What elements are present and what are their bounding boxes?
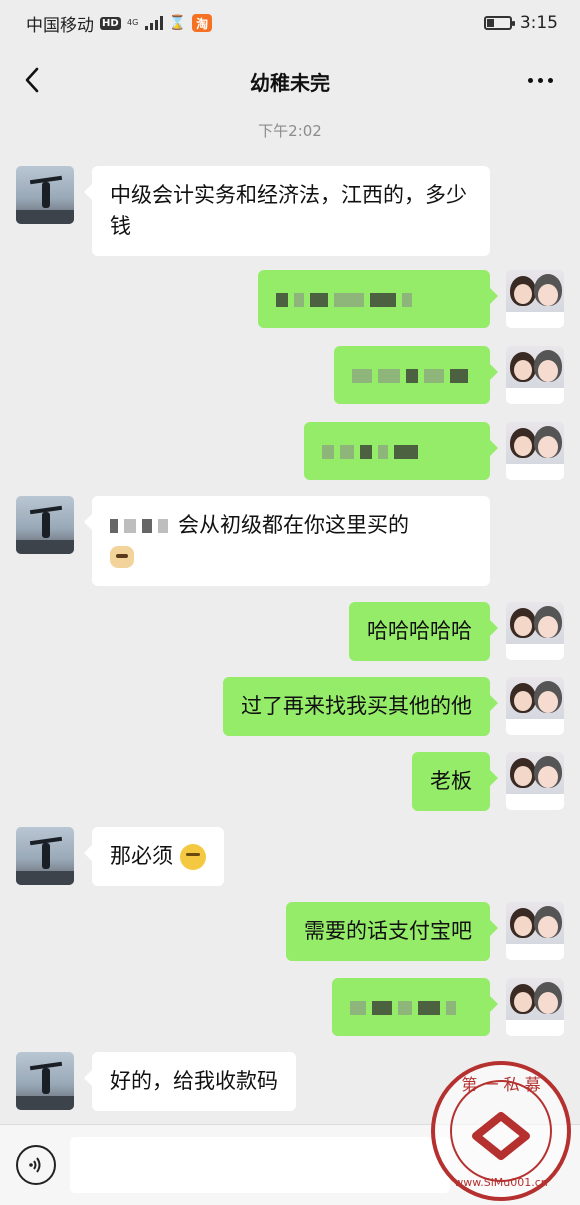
- chat-area[interactable]: 下午2:02 中级会计实务和经济法，江西的，多少钱 会从初级都在你这里买的 哈哈…: [0, 116, 580, 1124]
- my-avatar[interactable]: [506, 752, 564, 810]
- smirk-emoji-icon: [179, 844, 206, 870]
- battery-icon: [483, 16, 515, 30]
- watermark-seal: 第 一 私 募 www.SiMu001.cn: [431, 1061, 571, 1201]
- status-right: 3:15: [483, 13, 558, 33]
- status-left: 中国移动 HD 4G ⌛ 淘: [26, 11, 213, 36]
- hourglass-icon: ⌛: [168, 15, 187, 31]
- network-type-label: 4G: [127, 18, 139, 27]
- message-text: 中级会计实务和经济法，江西的，多少钱: [110, 183, 467, 238]
- signal-icon: [144, 16, 163, 30]
- redacted-mosaic: [350, 992, 472, 1023]
- svg-text:第 一 私 募: 第 一 私 募: [461, 1075, 540, 1094]
- dot-icon: [537, 77, 543, 83]
- message-text: 那必须: [110, 844, 173, 868]
- message-text: 过了再来找我买其他的他: [241, 694, 472, 718]
- chevron-left-icon: [25, 67, 39, 93]
- redacted-mosaic: [110, 510, 168, 541]
- message-bubble[interactable]: 过了再来找我买其他的他: [223, 677, 498, 736]
- message-text: 哈哈哈哈哈: [367, 619, 472, 643]
- dog-emoji-icon: [110, 546, 134, 568]
- message-text: 老板: [430, 769, 472, 793]
- message-bubble-redacted[interactable]: [304, 422, 498, 480]
- clock: 3:15: [519, 13, 558, 33]
- status-bar: 中国移动 HD 4G ⌛ 淘 3:15: [0, 0, 580, 46]
- hd-icon: HD: [100, 16, 121, 30]
- my-avatar[interactable]: [506, 677, 564, 735]
- message-bubble-redacted[interactable]: [334, 346, 498, 404]
- message-bubble[interactable]: 那必须: [84, 827, 224, 886]
- message-bubble[interactable]: 哈哈哈哈哈: [349, 602, 498, 661]
- message-bubble[interactable]: 好的，给我收款码: [84, 1052, 296, 1111]
- my-avatar[interactable]: [506, 902, 564, 960]
- message-bubble[interactable]: 中级会计实务和经济法，江西的，多少钱: [84, 166, 490, 256]
- redacted-mosaic: [322, 436, 472, 467]
- message-bubble-redacted[interactable]: [332, 978, 498, 1036]
- contact-avatar[interactable]: [16, 827, 74, 885]
- redacted-mosaic: [276, 284, 472, 315]
- taobao-icon: 淘: [192, 14, 213, 32]
- svg-text:www.SiMu001.cn: www.SiMu001.cn: [454, 1176, 548, 1189]
- carrier-label: 中国移动: [26, 15, 94, 36]
- dot-icon: [527, 77, 533, 83]
- my-avatar[interactable]: [506, 978, 564, 1036]
- message-timestamp: 下午2:02: [258, 122, 322, 140]
- message-text: 需要的话支付宝吧: [304, 919, 472, 943]
- message-bubble-redacted[interactable]: [258, 270, 498, 328]
- redacted-mosaic: [352, 360, 472, 391]
- dot-icon: [547, 77, 553, 83]
- my-avatar[interactable]: [506, 422, 564, 480]
- message-text: 会从初级都在你这里买的: [178, 513, 409, 537]
- message-input[interactable]: [70, 1137, 450, 1193]
- message-bubble[interactable]: 老板: [412, 752, 498, 811]
- contact-avatar[interactable]: [16, 496, 74, 554]
- chat-header: 幼稚未完: [0, 46, 580, 116]
- voice-button[interactable]: [16, 1145, 56, 1185]
- voice-icon: [29, 1157, 41, 1173]
- my-avatar[interactable]: [506, 602, 564, 660]
- message-bubble[interactable]: 会从初级都在你这里买的: [84, 496, 490, 586]
- message-text: 好的，给我收款码: [110, 1069, 278, 1093]
- more-button[interactable]: [520, 68, 560, 92]
- back-button[interactable]: [14, 62, 50, 98]
- contact-avatar[interactable]: [16, 1052, 74, 1110]
- contact-avatar[interactable]: [16, 166, 74, 224]
- message-bubble[interactable]: 需要的话支付宝吧: [286, 902, 498, 961]
- chat-title: 幼稚未完: [250, 70, 330, 95]
- my-avatar[interactable]: [506, 270, 564, 328]
- my-avatar[interactable]: [506, 346, 564, 404]
